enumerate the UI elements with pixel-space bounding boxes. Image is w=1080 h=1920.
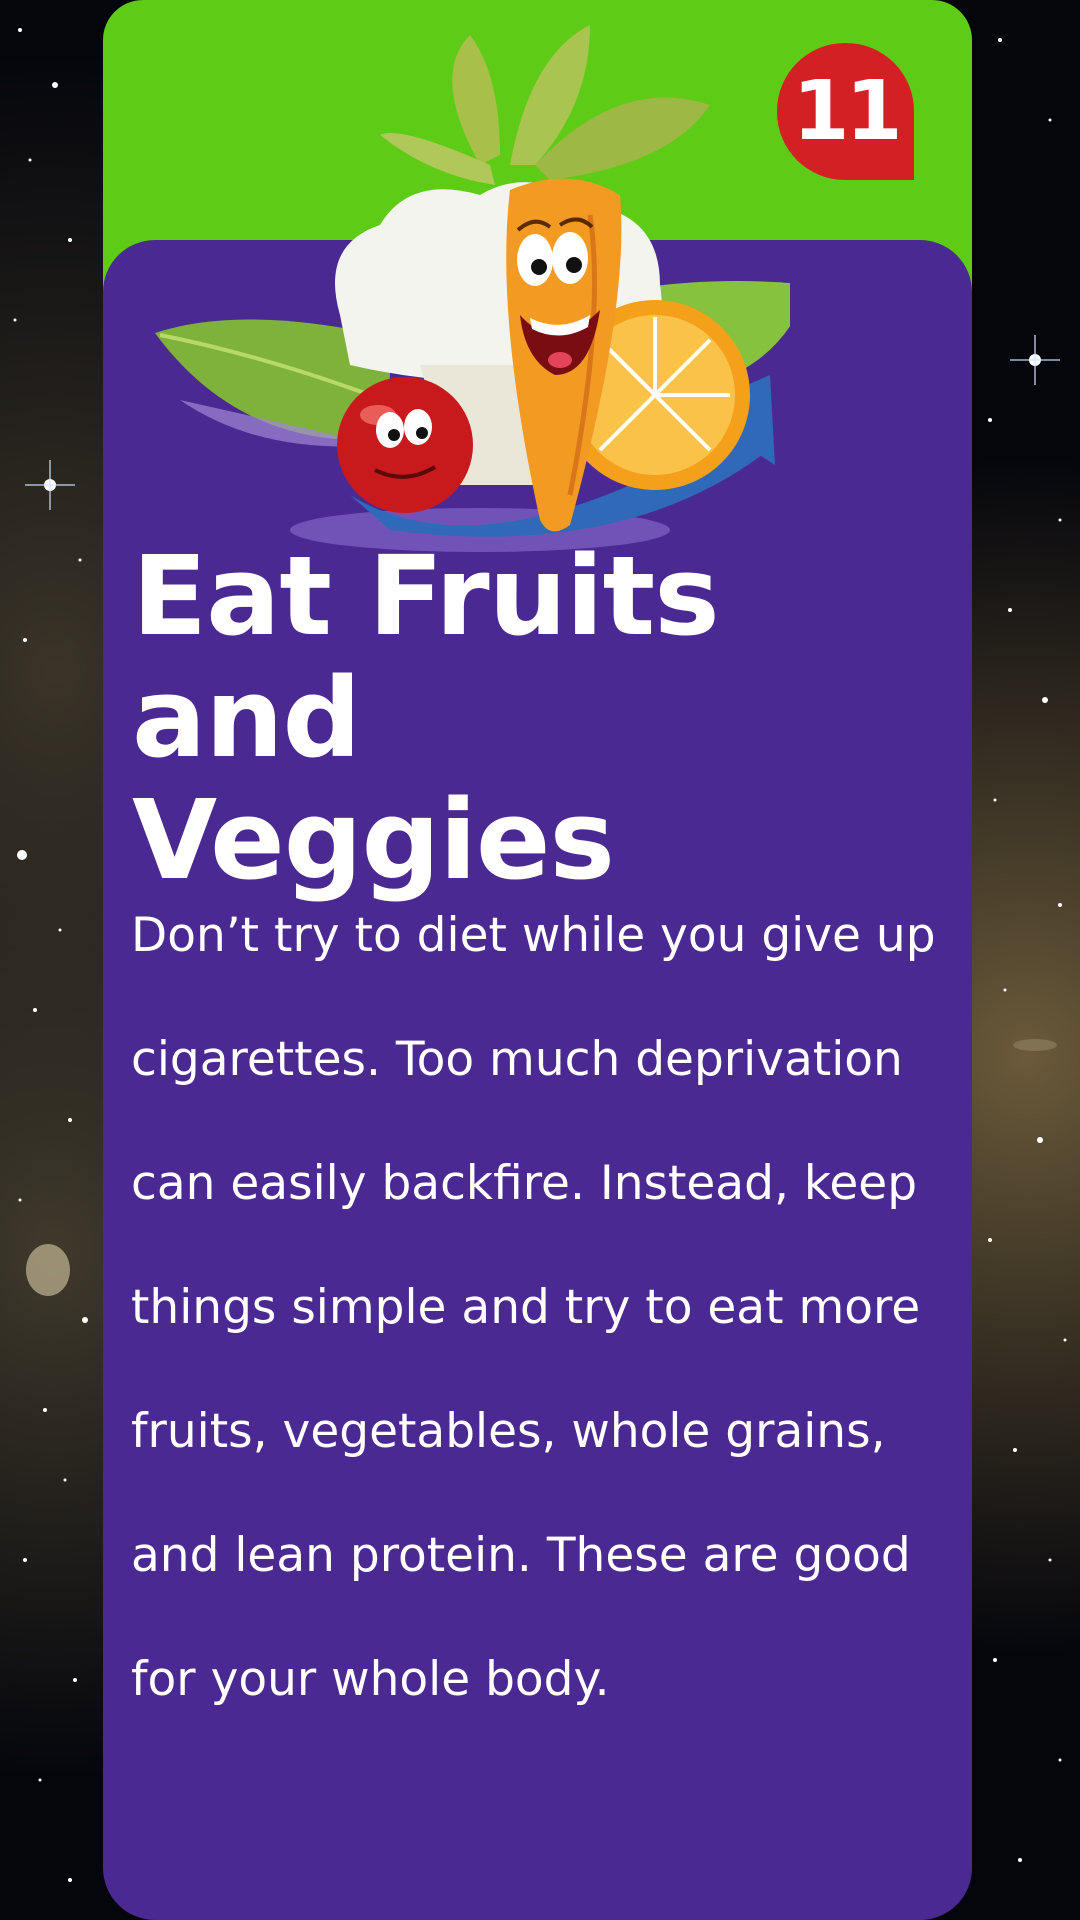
- body-line: Don’t try to diet while you give up: [131, 908, 936, 963]
- body-paragraph: Don’t try to diet while you give up ciga…: [131, 874, 951, 1742]
- badge-number: 11: [792, 64, 902, 159]
- page-title: Eat Fruits and Veggies: [132, 535, 952, 901]
- vegetable-characters-illustration: [155, 25, 790, 552]
- body-line: and lean protein. These are good: [131, 1528, 911, 1583]
- body-line: fruits, vegetables, whole grains,: [131, 1404, 886, 1459]
- body-line: for your whole body.: [131, 1652, 610, 1707]
- body-line: can easily backfire. Instead, keep: [131, 1156, 918, 1211]
- number-badge: 11: [777, 43, 914, 180]
- body-line: cigarettes. Too much deprivation: [131, 1032, 903, 1087]
- title-line-1: Eat Fruits and: [132, 532, 720, 782]
- body-line: things simple and try to eat more: [131, 1280, 921, 1335]
